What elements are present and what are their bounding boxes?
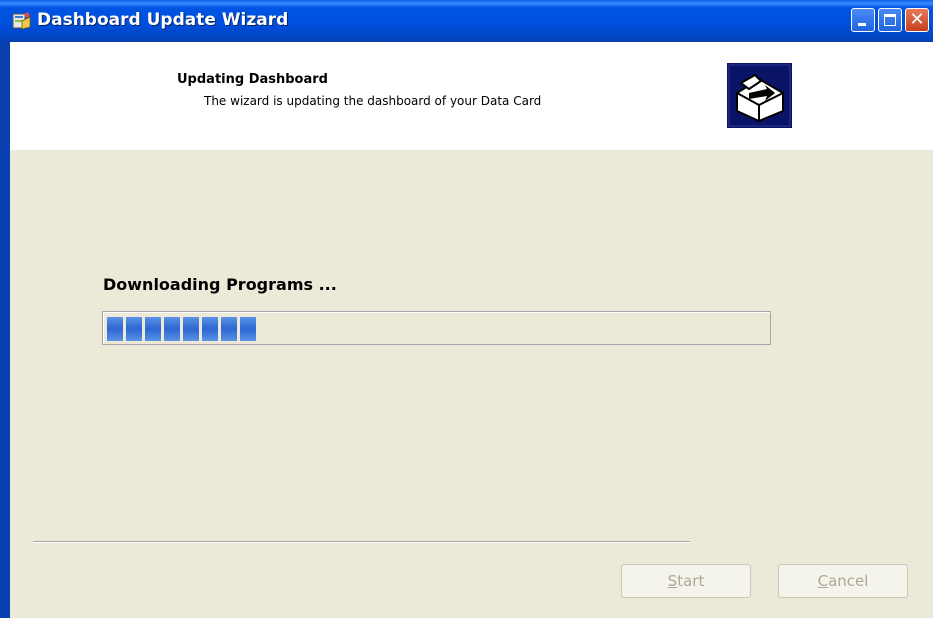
- start-button-label: Start: [667, 572, 705, 590]
- maximize-icon: [884, 14, 896, 26]
- wizard-window: Dashboard Update Wizard ✕ Updating Dashb…: [0, 0, 933, 618]
- start-button[interactable]: Start: [621, 564, 751, 598]
- wizard-header: Updating Dashboard The wizard is updatin…: [10, 42, 933, 150]
- install-box-icon: [727, 63, 792, 128]
- wizard-app-icon: [12, 12, 31, 30]
- cancel-button[interactable]: Cancel: [778, 564, 908, 598]
- cancel-button-label: Cancel: [817, 572, 869, 590]
- header-subtitle: The wizard is updating the dashboard of …: [204, 94, 542, 108]
- operation-status-label: Downloading Programs ...: [103, 275, 337, 294]
- close-icon: ✕: [909, 9, 925, 30]
- window-left-border: [0, 42, 10, 618]
- download-progress-bar: [102, 311, 771, 345]
- progress-block: [126, 317, 142, 341]
- window-title: Dashboard Update Wizard: [37, 10, 289, 30]
- title-bar[interactable]: Dashboard Update Wizard ✕: [0, 0, 933, 42]
- close-button[interactable]: ✕: [905, 8, 929, 32]
- progress-fill: [107, 317, 256, 341]
- minimize-icon: [858, 23, 866, 26]
- progress-block: [107, 317, 123, 341]
- minimize-button[interactable]: [851, 8, 875, 32]
- progress-block: [202, 317, 218, 341]
- header-title: Updating Dashboard: [177, 72, 328, 87]
- progress-block: [183, 317, 199, 341]
- footer-separator: [33, 541, 690, 543]
- progress-block: [164, 317, 180, 341]
- progress-block: [221, 317, 237, 341]
- maximize-button[interactable]: [878, 8, 902, 32]
- progress-block: [240, 317, 256, 341]
- progress-block: [145, 317, 161, 341]
